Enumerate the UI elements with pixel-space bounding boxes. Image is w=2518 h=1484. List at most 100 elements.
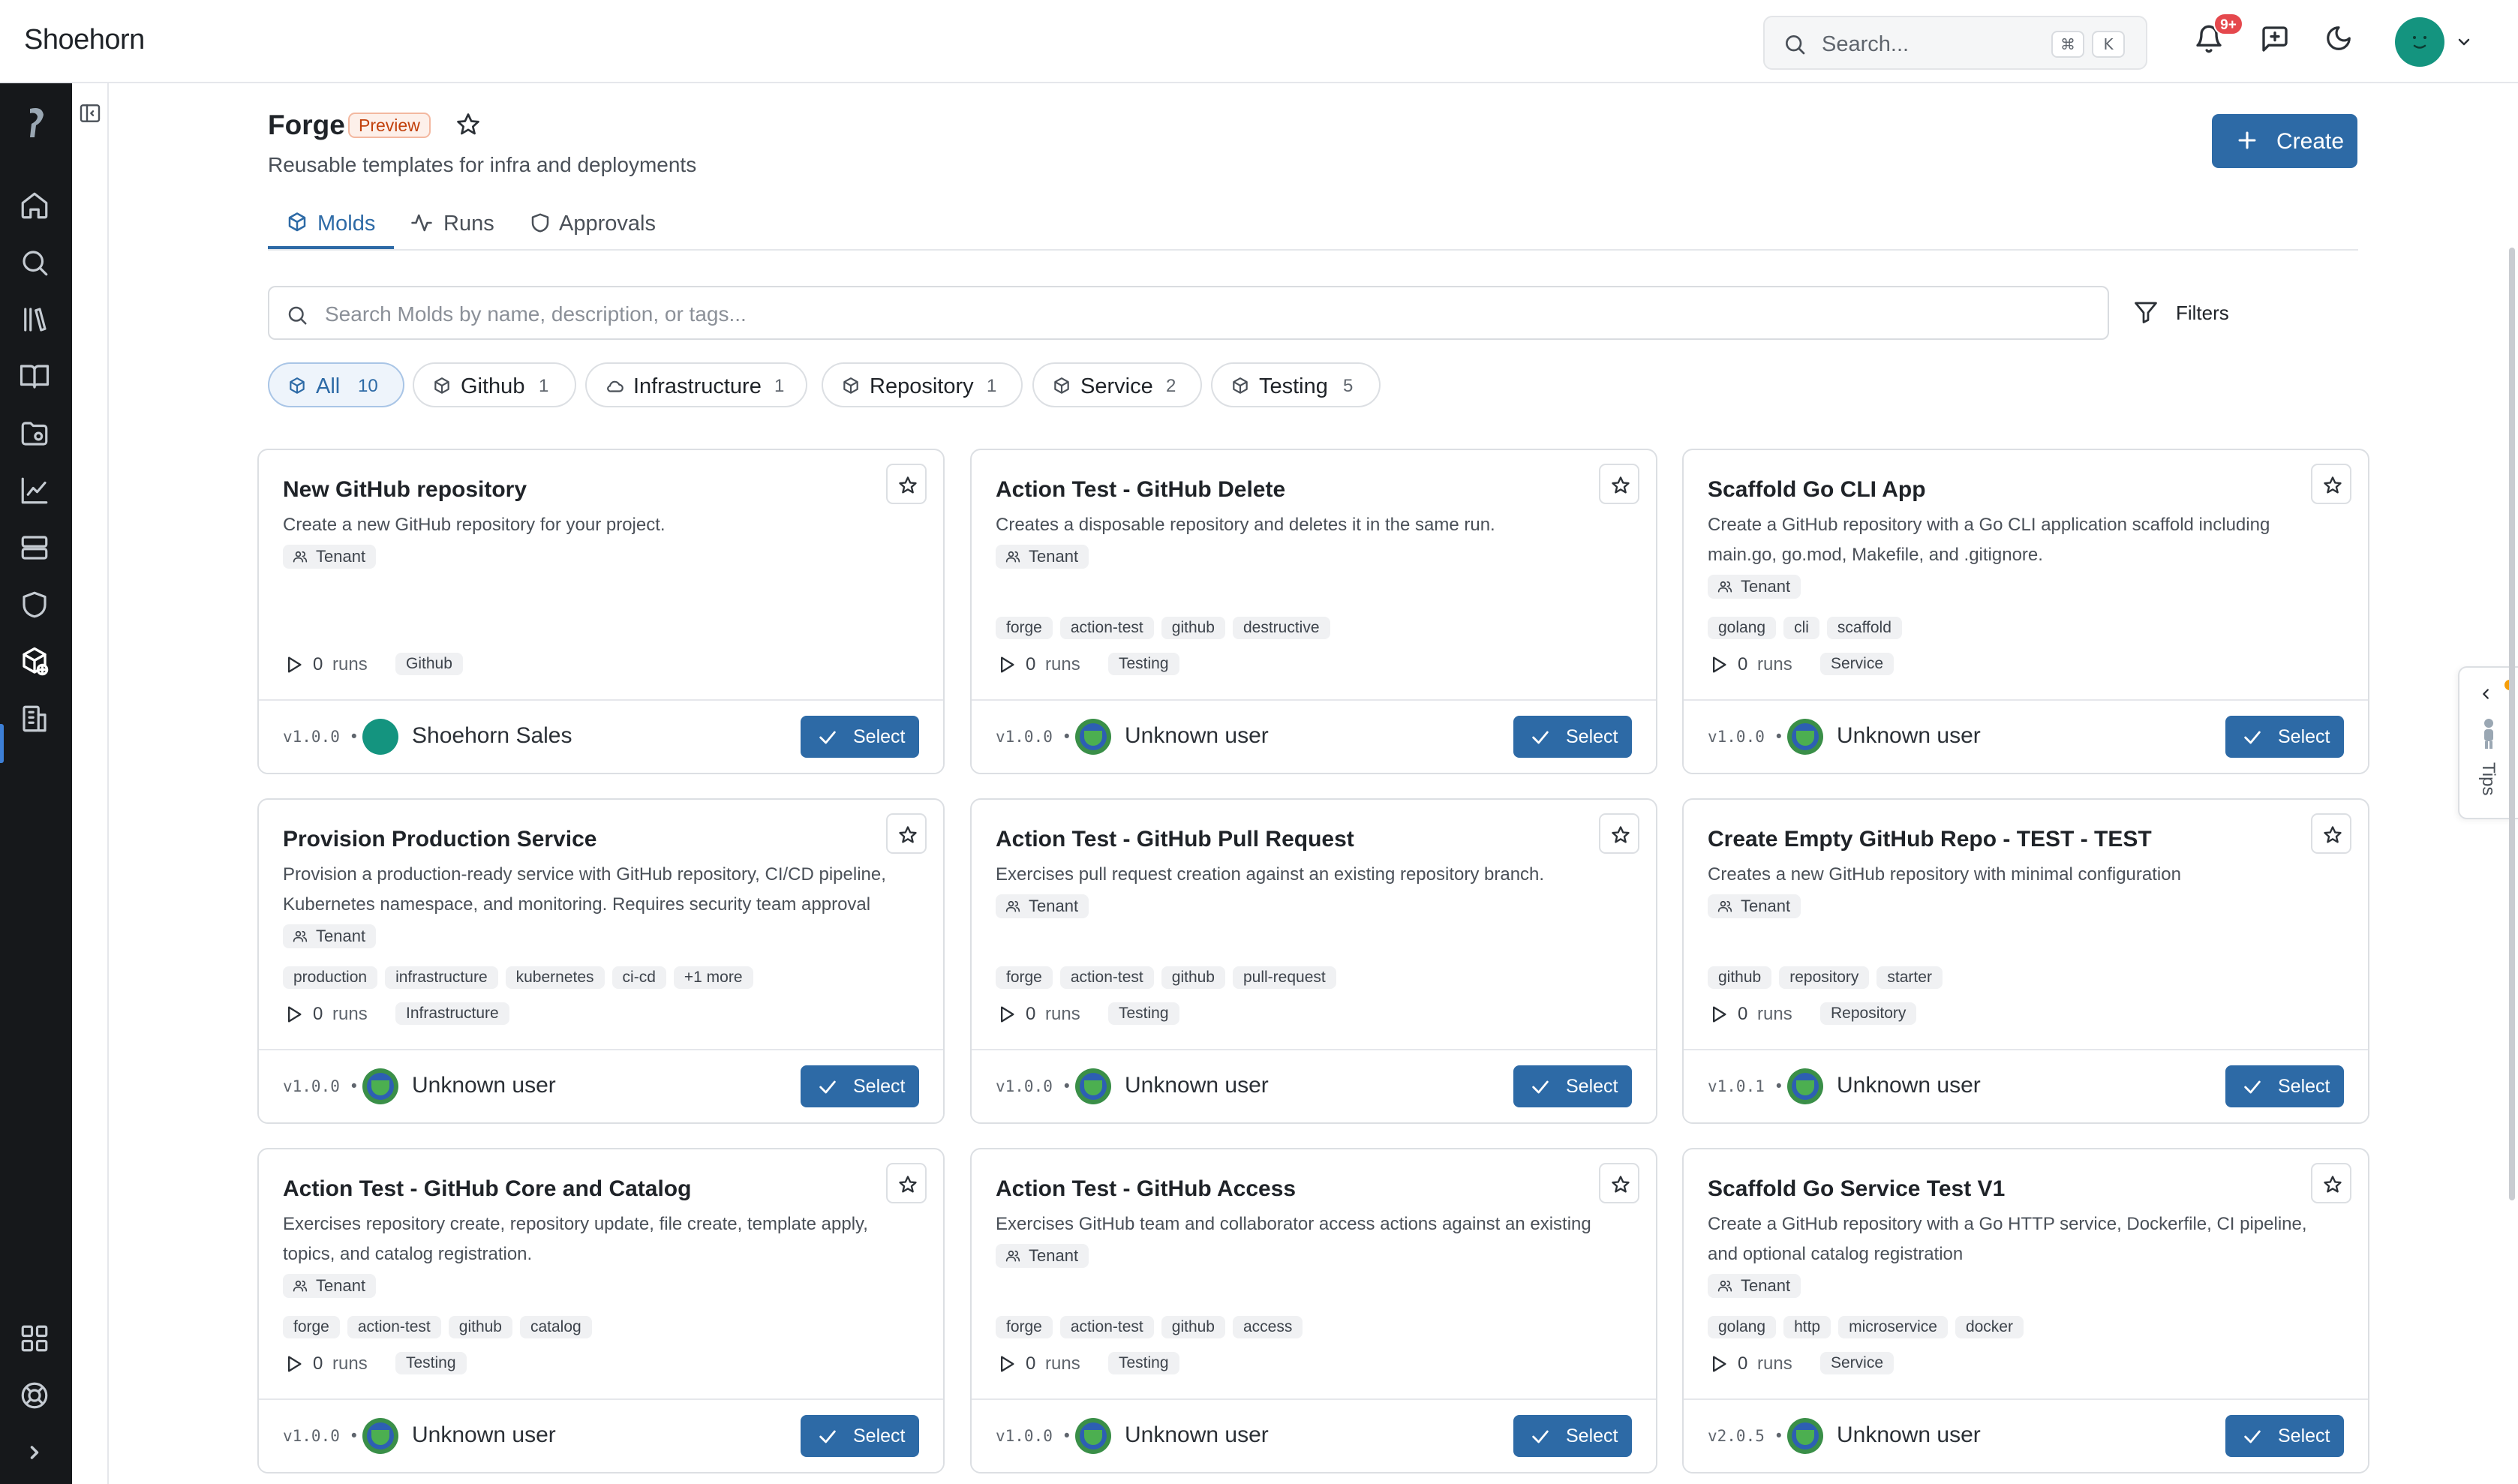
play-icon: [1713, 1356, 1726, 1372]
select-label: Select: [2278, 726, 2330, 747]
panel-toggle-icon[interactable]: [78, 101, 102, 125]
sidebar-item-organization[interactable]: [19, 703, 53, 737]
mold-title[interactable]: Action Test - GitHub Access: [996, 1176, 1296, 1202]
select-button[interactable]: Select: [2225, 1065, 2344, 1107]
sidebar-item-metrics[interactable]: [19, 475, 53, 509]
kbd-k: K: [2092, 31, 2125, 58]
tag-chip: action-test: [1059, 617, 1154, 639]
tag-list: forge action-test github destructive: [996, 617, 1338, 639]
runs-count: 0: [313, 1004, 323, 1024]
tag-chip: github: [1161, 617, 1225, 639]
sidebar-item-apps[interactable]: [19, 1323, 53, 1357]
select-button[interactable]: Select: [2225, 716, 2344, 758]
mold-title[interactable]: Action Test - GitHub Delete: [996, 477, 1285, 503]
select-button[interactable]: Select: [1513, 1415, 1632, 1457]
favorite-button[interactable]: [886, 1163, 927, 1203]
favorite-button[interactable]: [1599, 813, 1639, 854]
mold-title[interactable]: Create Empty GitHub Repo - TEST - TEST: [1708, 827, 2152, 852]
shoehorn-mascot-icon: [2484, 719, 2493, 749]
mold-search-input[interactable]: Search Molds by name, description, or ta…: [268, 286, 2109, 340]
tab-molds[interactable]: Molds: [268, 206, 394, 249]
sidebar-item-forge[interactable]: [19, 646, 53, 680]
sidebar-item-home[interactable]: [19, 190, 53, 224]
mold-card[interactable]: New GitHub repository Create a new GitHub…: [257, 449, 945, 774]
star-icon: [1612, 476, 1630, 494]
sidebar-item-search[interactable]: [19, 247, 53, 281]
feedback-button[interactable]: [2260, 24, 2296, 60]
mold-title[interactable]: Scaffold Go CLI App: [1708, 477, 1926, 503]
version-label: v1.0.1 •: [1708, 1077, 1784, 1095]
category-chip-all[interactable]: All 10: [268, 362, 404, 407]
users-icon: [1005, 1250, 1020, 1262]
category-tag: Service: [1820, 653, 1895, 675]
favorite-button[interactable]: [2311, 464, 2351, 504]
mold-card[interactable]: Provision Production Service Provision a …: [257, 798, 945, 1124]
mold-description: Create a GitHub repository with a Go HTT…: [1708, 1214, 2307, 1264]
tag-chip: cli: [1783, 617, 1819, 639]
mold-title[interactable]: Scaffold Go Service Test V1: [1708, 1176, 2005, 1202]
select-button[interactable]: Select: [2225, 1415, 2344, 1457]
brand-logo-text[interactable]: Shoehorn: [24, 24, 145, 56]
cube-icon: [434, 377, 449, 394]
tag-chip: scaffold: [1826, 617, 1902, 639]
category-chip-repository[interactable]: Repository 1: [822, 362, 1023, 407]
create-button[interactable]: Create: [2212, 114, 2357, 168]
favorite-button[interactable]: [1599, 464, 1639, 504]
tab-approvals[interactable]: Approvals: [529, 206, 672, 249]
mold-title[interactable]: Action Test - GitHub Pull Request: [996, 827, 1354, 852]
select-button[interactable]: Select: [801, 716, 919, 758]
check-icon: [1532, 731, 1549, 744]
select-button[interactable]: Select: [1513, 716, 1632, 758]
author-name: Unknown user: [412, 1422, 556, 1447]
page-subtitle: Reusable templates for infra and deploym…: [268, 153, 697, 176]
runs-count: 0: [1738, 1004, 1748, 1024]
select-button[interactable]: Select: [1513, 1065, 1632, 1107]
sidebar-item-docs[interactable]: [19, 361, 53, 395]
check-icon: [1532, 1430, 1549, 1443]
theme-toggle-button[interactable]: [2324, 24, 2360, 60]
select-label: Select: [853, 1076, 906, 1097]
sidebar-item-folders[interactable]: [19, 418, 53, 452]
chevron-down-icon[interactable]: [2455, 33, 2473, 51]
shield-icon: [531, 213, 549, 233]
favorite-button[interactable]: [886, 464, 927, 504]
sidebar-item-catalog[interactable]: [19, 304, 53, 338]
favorite-button[interactable]: [886, 813, 927, 854]
favorite-button[interactable]: [2311, 1163, 2351, 1203]
mold-card[interactable]: Scaffold Go Service Test V1 Create a GitH…: [1682, 1148, 2369, 1473]
category-chip-github[interactable]: Github 1: [413, 362, 576, 407]
sidebar-item-security[interactable]: [19, 589, 53, 623]
mold-card[interactable]: Action Test - GitHub Pull Request Exercis…: [970, 798, 1657, 1124]
select-button[interactable]: Select: [801, 1415, 919, 1457]
mold-card[interactable]: Create Empty GitHub Repo - TEST - TEST Cr…: [1682, 798, 2369, 1124]
select-button[interactable]: Select: [801, 1065, 919, 1107]
version-label: v2.0.5 •: [1708, 1427, 1784, 1445]
shoehorn-logo-icon[interactable]: [21, 101, 51, 143]
mold-title[interactable]: Action Test - GitHub Core and Catalog: [283, 1176, 691, 1202]
sidebar-expand-button[interactable]: [19, 1437, 53, 1471]
sidebar-item-infrastructure[interactable]: [19, 532, 53, 566]
favorite-button[interactable]: [1599, 1163, 1639, 1203]
category-chip-service[interactable]: Service 2: [1032, 362, 1202, 407]
page-scrollbar[interactable]: [2509, 248, 2515, 1200]
mold-card[interactable]: Action Test - GitHub Delete Creates a dis…: [970, 449, 1657, 774]
global-search-input[interactable]: Search... ⌘ K: [1763, 16, 2147, 70]
mold-card[interactable]: Action Test - GitHub Core and Catalog Exe…: [257, 1148, 945, 1473]
version-label: v1.0.0 •: [996, 1077, 1072, 1095]
favorite-button[interactable]: [2311, 813, 2351, 854]
users-icon: [1717, 900, 1732, 912]
server-icon: [21, 536, 48, 560]
tab-runs[interactable]: Runs: [410, 206, 508, 249]
users-icon: [1005, 551, 1020, 563]
category-tag: Infrastructure: [395, 1002, 509, 1025]
sidebar-item-help[interactable]: [19, 1380, 53, 1414]
category-chip-infrastructure[interactable]: Infrastructure 1: [585, 362, 807, 407]
mold-card[interactable]: Scaffold Go CLI App Create a GitHub repos…: [1682, 449, 2369, 774]
favorite-star-icon[interactable]: [455, 111, 482, 138]
mold-title[interactable]: Provision Production Service: [283, 827, 596, 852]
category-chip-testing[interactable]: Testing 5: [1211, 362, 1381, 407]
mold-title[interactable]: New GitHub repository: [283, 477, 527, 503]
mold-card[interactable]: Action Test - GitHub Access Exercises Git…: [970, 1148, 1657, 1473]
version-label: v1.0.0 •: [996, 1427, 1072, 1445]
user-avatar[interactable]: [2395, 17, 2444, 67]
